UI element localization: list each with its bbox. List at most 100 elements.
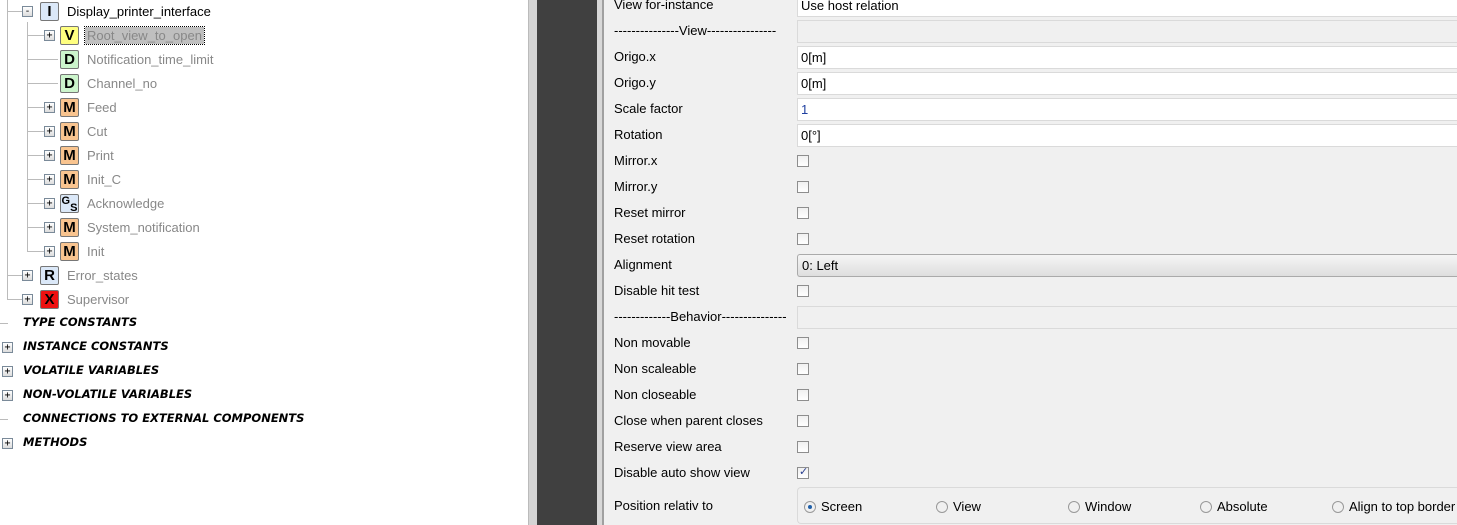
property-label: View for-instance <box>614 0 714 12</box>
property-label: Mirror.x <box>614 153 658 168</box>
node-label: Root_view_to_open <box>84 25 205 45</box>
category-instance-constants[interactable]: INSTANCE CONSTANTS <box>23 339 169 353</box>
tree-line <box>0 323 8 324</box>
alignment-dropdown[interactable]: 0: Left <box>797 254 1457 277</box>
expand-icon[interactable]: + <box>44 30 55 41</box>
expand-icon[interactable]: + <box>44 174 55 185</box>
property-checkbox[interactable] <box>797 207 809 219</box>
tree-node[interactable]: M Init <box>60 240 106 262</box>
category-connections-to-external-components[interactable]: CONNECTIONS TO EXTERNAL COMPONENTS <box>23 411 304 425</box>
property-value-field[interactable]: 1 <box>797 98 1457 121</box>
tree-node[interactable]: M Init_C <box>60 168 123 190</box>
radio-align-to-top-border[interactable]: Align to top border <box>1332 499 1455 514</box>
expand-icon[interactable]: + <box>2 438 13 449</box>
property-row: View for-instance Use host relation <box>604 0 1457 18</box>
position-radio-group: Screen View Window Absolute Align to top bor… <box>797 487 1457 524</box>
expand-icon[interactable]: + <box>2 390 13 401</box>
expand-icon[interactable]: + <box>44 222 55 233</box>
tree-node[interactable]: I Display_printer_interface <box>40 0 213 22</box>
property-value-field[interactable]: 0[°] <box>797 124 1457 147</box>
property-label: Position relativ to <box>614 498 713 513</box>
expand-icon[interactable]: + <box>2 342 13 353</box>
property-value-field[interactable]: 0[m] <box>797 46 1457 69</box>
property-checkbox[interactable] <box>797 415 809 427</box>
category-non-volatile-variables[interactable]: NON-VOLATILE VARIABLES <box>23 387 192 401</box>
node-type-icon: X <box>40 289 59 309</box>
splitter[interactable] <box>528 0 537 525</box>
node-label: Supervisor <box>67 291 130 307</box>
node-type-icon: M <box>60 121 79 141</box>
property-row: Non scaleable <box>604 356 1457 382</box>
tree-node[interactable]: D Channel_no <box>60 72 159 94</box>
node-type-icon: M <box>60 217 79 237</box>
tree-node[interactable]: X Supervisor <box>40 288 131 310</box>
radio-label: Screen <box>821 499 863 514</box>
tree-line <box>28 59 58 60</box>
property-row: Mirror.x <box>604 148 1457 174</box>
radio-view[interactable]: View <box>936 499 981 514</box>
radio-button-icon <box>1200 500 1212 513</box>
category-type-constants[interactable]: TYPE CONSTANTS <box>23 315 137 329</box>
tree-node[interactable]: GS Acknowledge <box>60 192 166 214</box>
property-row: Mirror.y <box>604 174 1457 200</box>
tree-node[interactable]: M Feed <box>60 96 119 118</box>
radio-label: Window <box>1085 499 1132 514</box>
expand-icon[interactable]: + <box>44 246 55 257</box>
collapse-icon[interactable]: - <box>22 6 33 17</box>
node-type-icon: R <box>40 265 59 285</box>
node-type-icon: D <box>60 73 79 93</box>
radio-button-icon <box>1332 500 1344 513</box>
property-row: ---------------View---------------- <box>604 18 1457 44</box>
tree-node[interactable]: M Print <box>60 144 116 166</box>
property-checkbox[interactable] <box>797 363 809 375</box>
tree-node[interactable]: M System_notification <box>60 216 202 238</box>
property-row: Disable hit test <box>604 278 1457 304</box>
tree-node[interactable]: D Notification_time_limit <box>60 48 215 70</box>
property-row: Non movable <box>604 330 1457 356</box>
property-label: Rotation <box>614 127 663 142</box>
category-methods[interactable]: METHODS <box>23 435 87 449</box>
property-label: Origo.x <box>614 49 656 64</box>
node-label: Init <box>87 243 105 259</box>
node-type-icon: V <box>60 25 79 45</box>
property-checkbox[interactable] <box>797 233 809 245</box>
radio-window[interactable]: Window <box>1068 499 1131 514</box>
category-volatile-variables[interactable]: VOLATILE VARIABLES <box>23 363 159 377</box>
radio-button-icon <box>936 500 948 513</box>
property-checkbox[interactable] <box>797 389 809 401</box>
expand-icon[interactable]: + <box>44 126 55 137</box>
property-checkbox[interactable] <box>797 441 809 453</box>
expand-icon[interactable]: + <box>22 294 33 305</box>
property-row: Rotation 0[°] <box>604 122 1457 148</box>
tree-node[interactable]: V Root_view_to_open <box>60 24 205 46</box>
expand-icon[interactable]: + <box>44 150 55 161</box>
node-label: Init_C <box>87 171 121 187</box>
node-type-icon: D <box>60 49 79 69</box>
section-header-field <box>797 20 1457 43</box>
node-label: Error_states <box>67 267 138 283</box>
splitter[interactable] <box>597 0 604 525</box>
property-value-field[interactable]: Use host relation <box>797 0 1457 17</box>
property-checkbox[interactable] <box>797 181 809 193</box>
radio-button-icon <box>804 500 816 513</box>
property-value-field[interactable]: 0[m] <box>797 72 1457 95</box>
property-checkbox[interactable] <box>797 285 809 297</box>
radio-screen[interactable]: Screen <box>804 499 862 514</box>
property-label: Close when parent closes <box>614 413 763 428</box>
node-label: Notification_time_limit <box>87 51 214 67</box>
node-label: System_notification <box>87 219 200 235</box>
expand-icon[interactable]: + <box>2 366 13 377</box>
expand-icon[interactable]: + <box>22 270 33 281</box>
property-checkbox[interactable] <box>797 337 809 349</box>
property-checkbox[interactable] <box>797 155 809 167</box>
expand-icon[interactable]: + <box>44 102 55 113</box>
tree-line <box>28 83 58 84</box>
property-label: Reset mirror <box>614 205 686 220</box>
property-row: Non closeable <box>604 382 1457 408</box>
expand-icon[interactable]: + <box>44 198 55 209</box>
tree-node[interactable]: R Error_states <box>40 264 140 286</box>
node-type-icon: M <box>60 169 79 189</box>
property-checkbox[interactable]: ✓ <box>797 465 809 479</box>
tree-node[interactable]: M Cut <box>60 120 109 142</box>
radio-absolute[interactable]: Absolute <box>1200 499 1268 514</box>
